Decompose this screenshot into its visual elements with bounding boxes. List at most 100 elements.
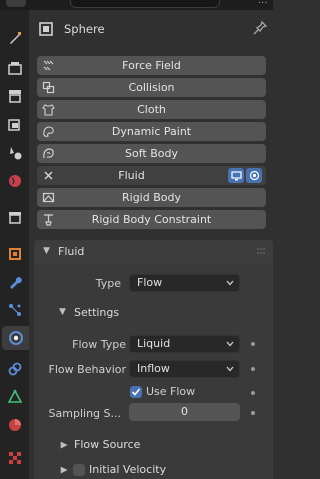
collision-icon <box>42 81 55 94</box>
tab-texture[interactable] <box>3 446 27 470</box>
flow-source-title: Flow Source <box>74 438 141 451</box>
button-label: Rigid Body <box>122 191 181 204</box>
flow-type-dropdown[interactable]: Liquid <box>129 335 240 353</box>
rigid-body-constraint-icon <box>44 214 53 226</box>
chevron-right-icon[interactable]: ▼ <box>59 442 69 449</box>
search-field[interactable] <box>70 0 220 8</box>
tab-output[interactable] <box>3 84 27 108</box>
tab-collection[interactable] <box>3 205 27 229</box>
flow-type-label: Flow Type <box>72 338 126 351</box>
physics-properties-panel: Sphere Force Field Collision Cloth Dynam… <box>29 10 273 479</box>
drag-handle-icon[interactable] <box>257 248 267 254</box>
scene-icon <box>10 147 22 160</box>
fluid-title: Fluid <box>58 245 85 258</box>
keyframe-dot[interactable] <box>251 367 255 371</box>
flow-behavior-label: Flow Behavior <box>48 363 126 376</box>
soft-body-icon <box>43 148 54 159</box>
button-label: Fluid <box>118 169 145 182</box>
show-in-viewport-toggle[interactable] <box>228 168 244 183</box>
use-flow-checkbox[interactable] <box>130 386 142 398</box>
tab-world[interactable] <box>3 169 27 193</box>
monitor-icon <box>230 170 242 180</box>
dynamic-paint-icon <box>43 126 54 137</box>
chevron-down-icon <box>226 366 234 372</box>
type-value: Flow <box>137 276 163 289</box>
flow-type-value: Liquid <box>137 337 171 350</box>
force-field-button[interactable]: Force Field <box>37 56 266 75</box>
initial-velocity-title: Initial Velocity <box>89 463 167 476</box>
panel-header: Sphere <box>29 10 273 48</box>
button-label: Dynamic Paint <box>111 125 192 138</box>
render-icon <box>8 62 22 75</box>
tab-object-data[interactable] <box>3 385 27 409</box>
rigid-body-constraint-button[interactable]: Rigid Body Constraint <box>37 210 266 229</box>
button-label: Soft Body <box>125 147 178 160</box>
type-label: Type <box>95 277 121 290</box>
chevron-down-icon <box>226 280 234 286</box>
tab-particles[interactable] <box>3 298 27 322</box>
chevron-right-icon[interactable]: ▼ <box>59 467 69 474</box>
fluid-subpanel: ▼ Fluid Type Flow ▼ Settings Flow Type L… <box>34 240 273 479</box>
object-data-icon <box>7 389 23 403</box>
settings-title: Settings <box>74 306 120 319</box>
cloth-button[interactable]: Cloth <box>37 100 266 119</box>
rigid-body-button[interactable]: Rigid Body <box>37 188 266 207</box>
sampling-label: Sampling S... <box>48 407 121 420</box>
use-flow-label: Use Flow <box>146 385 196 398</box>
flow-behavior-dropdown[interactable]: Inflow <box>129 360 240 378</box>
tab-object[interactable] <box>3 242 27 266</box>
tab-physics[interactable] <box>2 326 29 350</box>
object-icon <box>9 248 21 260</box>
collection-icon <box>9 212 21 224</box>
keyframe-dot[interactable] <box>251 391 255 395</box>
cloth-icon <box>42 104 55 116</box>
tab-material[interactable] <box>3 413 27 437</box>
world-icon <box>9 175 21 187</box>
object-icon <box>39 22 53 36</box>
more-icon[interactable]: ··· <box>258 0 268 9</box>
keyframe-dot[interactable] <box>251 342 255 346</box>
texture-icon <box>9 452 21 464</box>
tab-tool[interactable] <box>3 26 27 50</box>
checkmark-icon <box>131 388 141 396</box>
tab-constraints[interactable] <box>3 357 27 381</box>
sampling-substeps-field[interactable]: 0 <box>129 403 240 421</box>
chevron-down-icon: ▼ <box>43 246 50 256</box>
soft-body-button[interactable]: Soft Body <box>37 144 266 163</box>
properties-tab-bar <box>0 10 29 479</box>
button-label: Rigid Body Constraint <box>91 213 212 226</box>
camera-icon <box>249 170 259 181</box>
tab-modifiers[interactable] <box>3 270 27 294</box>
chevron-down-icon[interactable]: ▼ <box>59 307 66 317</box>
keyframe-dot[interactable] <box>251 411 255 415</box>
output-icon <box>9 90 21 103</box>
button-label: Force Field <box>122 59 181 72</box>
editor-type-button[interactable] <box>6 0 26 7</box>
type-dropdown[interactable]: Flow <box>129 274 240 292</box>
view-layer-icon <box>8 119 20 131</box>
tool-icon <box>10 32 21 44</box>
fluid-button[interactable]: Fluid <box>37 166 266 185</box>
dynamic-paint-button[interactable]: Dynamic Paint <box>37 122 266 141</box>
pin-icon[interactable] <box>253 21 267 35</box>
tab-view-layer[interactable] <box>3 113 27 137</box>
button-label: Cloth <box>137 103 166 116</box>
physics-icon <box>8 331 23 345</box>
collision-button[interactable]: Collision <box>37 78 266 97</box>
top-strip: ··· <box>0 0 273 10</box>
button-label: Collision <box>128 81 175 94</box>
show-in-render-toggle[interactable] <box>246 168 262 183</box>
particles-icon <box>9 304 21 316</box>
constraints-icon <box>8 362 22 376</box>
tab-render[interactable] <box>3 56 27 80</box>
material-icon <box>9 419 21 431</box>
fluid-subpanel-header[interactable]: ▼ Fluid <box>34 240 273 264</box>
close-icon[interactable] <box>42 169 55 182</box>
object-name: Sphere <box>64 22 105 36</box>
force-field-icon <box>43 60 54 71</box>
tab-scene[interactable] <box>3 141 27 165</box>
wrench-icon <box>10 277 22 289</box>
rigid-body-icon <box>42 192 55 203</box>
initial-velocity-checkbox[interactable] <box>73 464 85 476</box>
flow-behavior-value: Inflow <box>137 362 170 375</box>
